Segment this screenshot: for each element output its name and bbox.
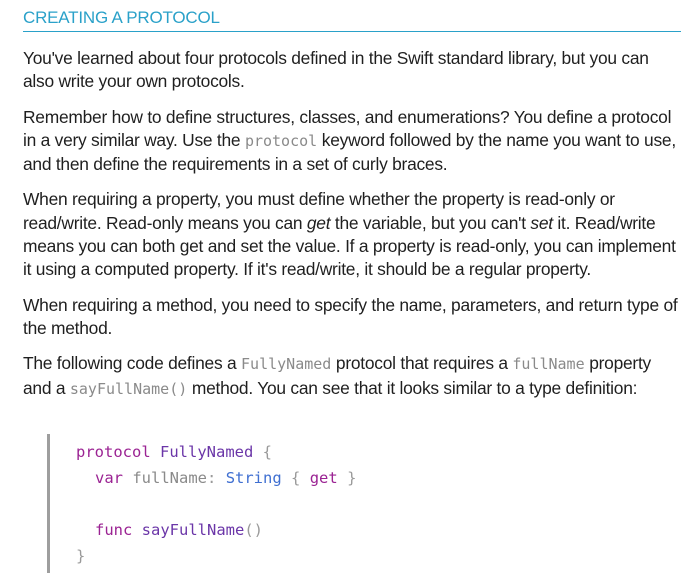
- text-run: method. You can see that it looks simila…: [187, 377, 638, 398]
- code-brace: {: [291, 469, 301, 487]
- code-parens: (): [244, 521, 263, 539]
- text-run: the variable, but you can't: [330, 212, 531, 233]
- paragraph-intro: You've learned about four protocols defi…: [23, 48, 649, 92]
- code-brace: }: [347, 469, 357, 487]
- text-run: The following code defines a: [23, 353, 242, 374]
- paragraph-define-protocol: Remember how to define structures, class…: [23, 106, 683, 177]
- code-keyword: get: [309, 469, 338, 487]
- section-title: CREATING A PROTOCOL: [23, 8, 681, 32]
- inline-code-fullynamed: FullyNamed: [241, 355, 332, 374]
- code-keyword: protocol: [76, 443, 151, 461]
- code-keyword: var: [95, 469, 123, 487]
- code-type: String: [225, 469, 282, 487]
- code-line-1: protocol FullyNamed {: [76, 442, 272, 462]
- code-colon: :: [207, 469, 217, 487]
- article-body: You've learned about four protocols defi…: [23, 47, 683, 413]
- inline-code-sayfullname: sayFullName(): [69, 379, 188, 398]
- code-line-4: }: [76, 546, 85, 566]
- code-brace: {: [262, 443, 273, 461]
- paragraph-method-requirements: When requiring a method, you need to spe…: [23, 294, 678, 338]
- inline-code-fullname: fullName: [512, 355, 585, 374]
- inline-code-protocol: protocol: [244, 131, 318, 150]
- paragraph-property-requirements: When requiring a property, you must defi…: [23, 188, 683, 281]
- code-brace: }: [76, 547, 86, 565]
- code-keyword: func: [95, 521, 133, 539]
- code-block: protocol FullyNamed { var fullName: Stri…: [47, 434, 690, 573]
- text-run: protocol that requires a: [331, 353, 513, 374]
- code-identifier: fullName: [132, 469, 207, 487]
- emphasis-get: get: [306, 212, 331, 233]
- code-method-name: sayFullName: [141, 521, 245, 539]
- code-line-3: func sayFullName(): [95, 520, 263, 540]
- paragraph-example-intro: The following code defines a FullyNamed …: [23, 352, 683, 401]
- code-line-2: var fullName: String { get }: [95, 468, 356, 488]
- code-protocol-name: FullyNamed: [160, 443, 254, 461]
- emphasis-set: set: [530, 212, 553, 233]
